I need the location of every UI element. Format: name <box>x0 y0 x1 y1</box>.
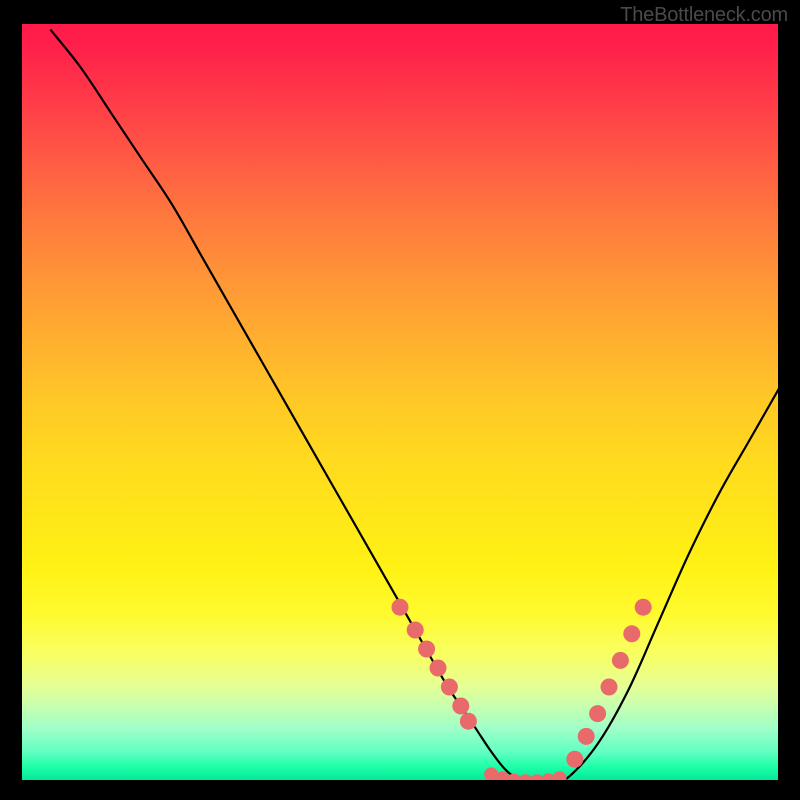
chart-marker <box>612 652 629 669</box>
chart-marker <box>578 728 595 745</box>
chart-marker <box>553 771 567 782</box>
markers-left-slope <box>392 599 477 730</box>
chart-marker <box>601 679 618 696</box>
chart-marker <box>566 751 583 768</box>
chart-marker <box>392 599 409 616</box>
chart-marker <box>635 599 652 616</box>
bottleneck-curve-line <box>50 30 780 782</box>
markers-right-slope <box>566 599 651 768</box>
chart-marker <box>589 705 606 722</box>
chart-plot-area <box>20 22 780 782</box>
chart-marker <box>407 622 424 639</box>
chart-marker <box>418 641 435 658</box>
chart-svg <box>20 22 780 782</box>
markers-plateau <box>484 767 566 782</box>
watermark-text: TheBottleneck.com <box>620 4 788 27</box>
chart-marker <box>441 679 458 696</box>
chart-marker <box>623 625 640 642</box>
chart-marker <box>452 698 469 715</box>
chart-marker <box>460 713 477 730</box>
chart-marker <box>430 660 447 677</box>
